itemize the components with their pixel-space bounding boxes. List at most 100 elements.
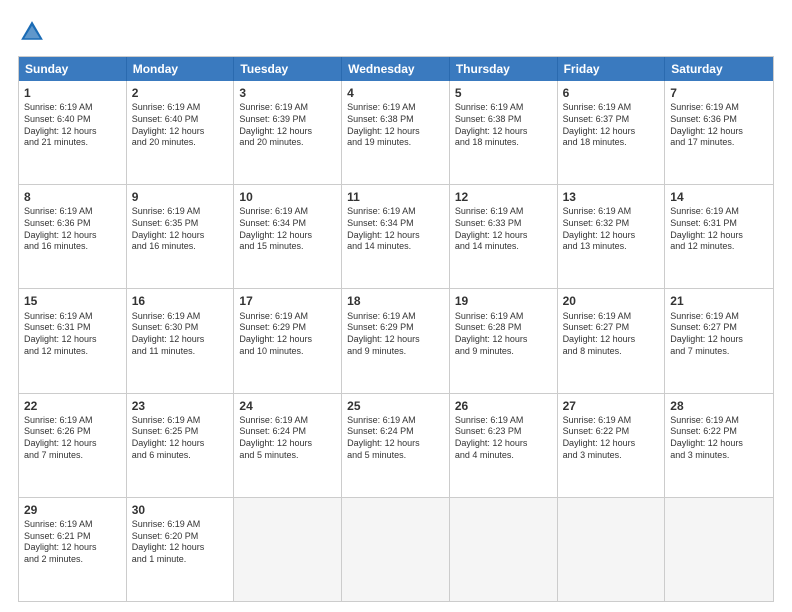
day-info: Sunrise: 6:19 AM Sunset: 6:31 PM Dayligh… <box>670 206 768 253</box>
calendar-header: SundayMondayTuesdayWednesdayThursdayFrid… <box>19 57 773 81</box>
header-day-friday: Friday <box>558 57 666 81</box>
day-number: 13 <box>563 189 660 205</box>
day-number: 16 <box>132 293 229 309</box>
calendar-day-22: 22Sunrise: 6:19 AM Sunset: 6:26 PM Dayli… <box>19 394 127 497</box>
day-number: 5 <box>455 85 552 101</box>
calendar-day-5: 5Sunrise: 6:19 AM Sunset: 6:38 PM Daylig… <box>450 81 558 184</box>
day-info: Sunrise: 6:19 AM Sunset: 6:22 PM Dayligh… <box>670 415 768 462</box>
calendar-day-19: 19Sunrise: 6:19 AM Sunset: 6:28 PM Dayli… <box>450 289 558 392</box>
header-day-sunday: Sunday <box>19 57 127 81</box>
day-number: 12 <box>455 189 552 205</box>
day-number: 4 <box>347 85 444 101</box>
day-info: Sunrise: 6:19 AM Sunset: 6:22 PM Dayligh… <box>563 415 660 462</box>
day-number: 2 <box>132 85 229 101</box>
calendar-row-1: 8Sunrise: 6:19 AM Sunset: 6:36 PM Daylig… <box>19 184 773 288</box>
calendar-day-4: 4Sunrise: 6:19 AM Sunset: 6:38 PM Daylig… <box>342 81 450 184</box>
header-day-thursday: Thursday <box>450 57 558 81</box>
day-info: Sunrise: 6:19 AM Sunset: 6:39 PM Dayligh… <box>239 102 336 149</box>
calendar: SundayMondayTuesdayWednesdayThursdayFrid… <box>18 56 774 602</box>
header-day-monday: Monday <box>127 57 235 81</box>
day-number: 28 <box>670 398 768 414</box>
day-number: 20 <box>563 293 660 309</box>
day-info: Sunrise: 6:19 AM Sunset: 6:26 PM Dayligh… <box>24 415 121 462</box>
day-info: Sunrise: 6:19 AM Sunset: 6:38 PM Dayligh… <box>455 102 552 149</box>
day-info: Sunrise: 6:19 AM Sunset: 6:31 PM Dayligh… <box>24 311 121 358</box>
calendar-row-4: 29Sunrise: 6:19 AM Sunset: 6:21 PM Dayli… <box>19 497 773 601</box>
calendar-day-10: 10Sunrise: 6:19 AM Sunset: 6:34 PM Dayli… <box>234 185 342 288</box>
day-info: Sunrise: 6:19 AM Sunset: 6:33 PM Dayligh… <box>455 206 552 253</box>
day-number: 24 <box>239 398 336 414</box>
logo-icon <box>18 18 46 46</box>
calendar-day-16: 16 Sunrise: 6:19 AM Sunset: 6:30 PM Dayli… <box>127 289 235 392</box>
day-info: Sunrise: 6:19 AM Sunset: 6:21 PM Dayligh… <box>24 519 121 566</box>
calendar-day-1: 1Sunrise: 6:19 AM Sunset: 6:40 PM Daylig… <box>19 81 127 184</box>
calendar-day-13: 13Sunrise: 6:19 AM Sunset: 6:32 PM Dayli… <box>558 185 666 288</box>
day-info: Sunrise: 6:19 AM Sunset: 6:20 PM Dayligh… <box>132 519 229 566</box>
day-number: 29 <box>24 502 121 518</box>
calendar-empty <box>558 498 666 601</box>
day-info: Sunrise: 6:19 AM Sunset: 6:27 PM Dayligh… <box>563 311 660 358</box>
calendar-day-12: 12Sunrise: 6:19 AM Sunset: 6:33 PM Dayli… <box>450 185 558 288</box>
day-info: Sunrise: 6:19 AM Sunset: 6:38 PM Dayligh… <box>347 102 444 149</box>
day-info: Sunrise: 6:19 AM Sunset: 6:29 PM Dayligh… <box>239 311 336 358</box>
calendar-row-2: 15 Sunrise: 6:19 AM Sunset: 6:31 PM Dayli… <box>19 288 773 392</box>
calendar-day-27: 27Sunrise: 6:19 AM Sunset: 6:22 PM Dayli… <box>558 394 666 497</box>
calendar-day-15: 15 Sunrise: 6:19 AM Sunset: 6:31 PM Dayli… <box>19 289 127 392</box>
day-info: Sunrise: 6:19 AM Sunset: 6:24 PM Dayligh… <box>239 415 336 462</box>
day-number: 3 <box>239 85 336 101</box>
day-info: Sunrise: 6:19 AM Sunset: 6:36 PM Dayligh… <box>24 206 121 253</box>
header-day-wednesday: Wednesday <box>342 57 450 81</box>
calendar-row-0: 1 Sunrise: 6:19 AM Sunset: 6:40 PM Daylig… <box>19 81 773 184</box>
calendar-empty <box>342 498 450 601</box>
day-number: 21 <box>670 293 768 309</box>
calendar-day-17: 17 Sunrise: 6:19 AM Sunset: 6:29 PM Dayli… <box>234 289 342 392</box>
day-number: 6 <box>563 85 660 101</box>
day-number: 1 <box>24 85 121 101</box>
header-day-saturday: Saturday <box>665 57 773 81</box>
day-number: 11 <box>347 189 444 205</box>
logo <box>18 18 50 46</box>
calendar-day-14: 14Sunrise: 6:19 AM Sunset: 6:31 PM Dayli… <box>665 185 773 288</box>
day-info: Sunrise: 6:19 AM Sunset: 6:40 PM Dayligh… <box>132 102 229 149</box>
day-info: Sunrise: 6:19 AM Sunset: 6:35 PM Dayligh… <box>132 206 229 253</box>
calendar-day-6: 6Sunrise: 6:19 AM Sunset: 6:37 PM Daylig… <box>558 81 666 184</box>
calendar-day-9: 9Sunrise: 6:19 AM Sunset: 6:35 PM Daylig… <box>127 185 235 288</box>
day-number: 18 <box>347 293 444 309</box>
day-number: 23 <box>132 398 229 414</box>
day-info: Sunrise: 6:19 AM Sunset: 6:37 PM Dayligh… <box>563 102 660 149</box>
calendar-day-28: 28Sunrise: 6:19 AM Sunset: 6:22 PM Dayli… <box>665 394 773 497</box>
calendar-day-29: 29Sunrise: 6:19 AM Sunset: 6:21 PM Dayli… <box>19 498 127 601</box>
calendar-empty <box>234 498 342 601</box>
calendar-body: 1 Sunrise: 6:19 AM Sunset: 6:40 PM Daylig… <box>19 81 773 601</box>
day-number: 17 <box>239 293 336 309</box>
day-number: 26 <box>455 398 552 414</box>
calendar-day-21: 21Sunrise: 6:19 AM Sunset: 6:27 PM Dayli… <box>665 289 773 392</box>
day-number: 14 <box>670 189 768 205</box>
calendar-day-8: 8Sunrise: 6:19 AM Sunset: 6:36 PM Daylig… <box>19 185 127 288</box>
day-info: Sunrise: 6:19 AM Sunset: 6:32 PM Dayligh… <box>563 206 660 253</box>
day-info: Sunrise: 6:19 AM Sunset: 6:30 PM Dayligh… <box>132 311 229 358</box>
day-info: Sunrise: 6:19 AM Sunset: 6:24 PM Dayligh… <box>347 415 444 462</box>
day-number: 27 <box>563 398 660 414</box>
day-number: 30 <box>132 502 229 518</box>
day-number: 25 <box>347 398 444 414</box>
calendar-day-20: 20 Sunrise: 6:19 AM Sunset: 6:27 PM Dayli… <box>558 289 666 392</box>
day-info: Sunrise: 6:19 AM Sunset: 6:34 PM Dayligh… <box>239 206 336 253</box>
day-number: 9 <box>132 189 229 205</box>
day-number: 10 <box>239 189 336 205</box>
calendar-empty <box>665 498 773 601</box>
day-info: Sunrise: 6:19 AM Sunset: 6:25 PM Dayligh… <box>132 415 229 462</box>
header-day-tuesday: Tuesday <box>234 57 342 81</box>
day-number: 19 <box>455 293 552 309</box>
day-info: Sunrise: 6:19 AM Sunset: 6:34 PM Dayligh… <box>347 206 444 253</box>
calendar-day-2: 2Sunrise: 6:19 AM Sunset: 6:40 PM Daylig… <box>127 81 235 184</box>
calendar-day-11: 11Sunrise: 6:19 AM Sunset: 6:34 PM Dayli… <box>342 185 450 288</box>
day-number: 15 <box>24 293 121 309</box>
calendar-day-26: 26Sunrise: 6:19 AM Sunset: 6:23 PM Dayli… <box>450 394 558 497</box>
day-info: Sunrise: 6:19 AM Sunset: 6:36 PM Dayligh… <box>670 102 768 149</box>
calendar-day-18: 18Sunrise: 6:19 AM Sunset: 6:29 PM Dayli… <box>342 289 450 392</box>
calendar-day-3: 3Sunrise: 6:19 AM Sunset: 6:39 PM Daylig… <box>234 81 342 184</box>
calendar-empty <box>450 498 558 601</box>
calendar-row-3: 22Sunrise: 6:19 AM Sunset: 6:26 PM Dayli… <box>19 393 773 497</box>
calendar-day-24: 24Sunrise: 6:19 AM Sunset: 6:24 PM Dayli… <box>234 394 342 497</box>
